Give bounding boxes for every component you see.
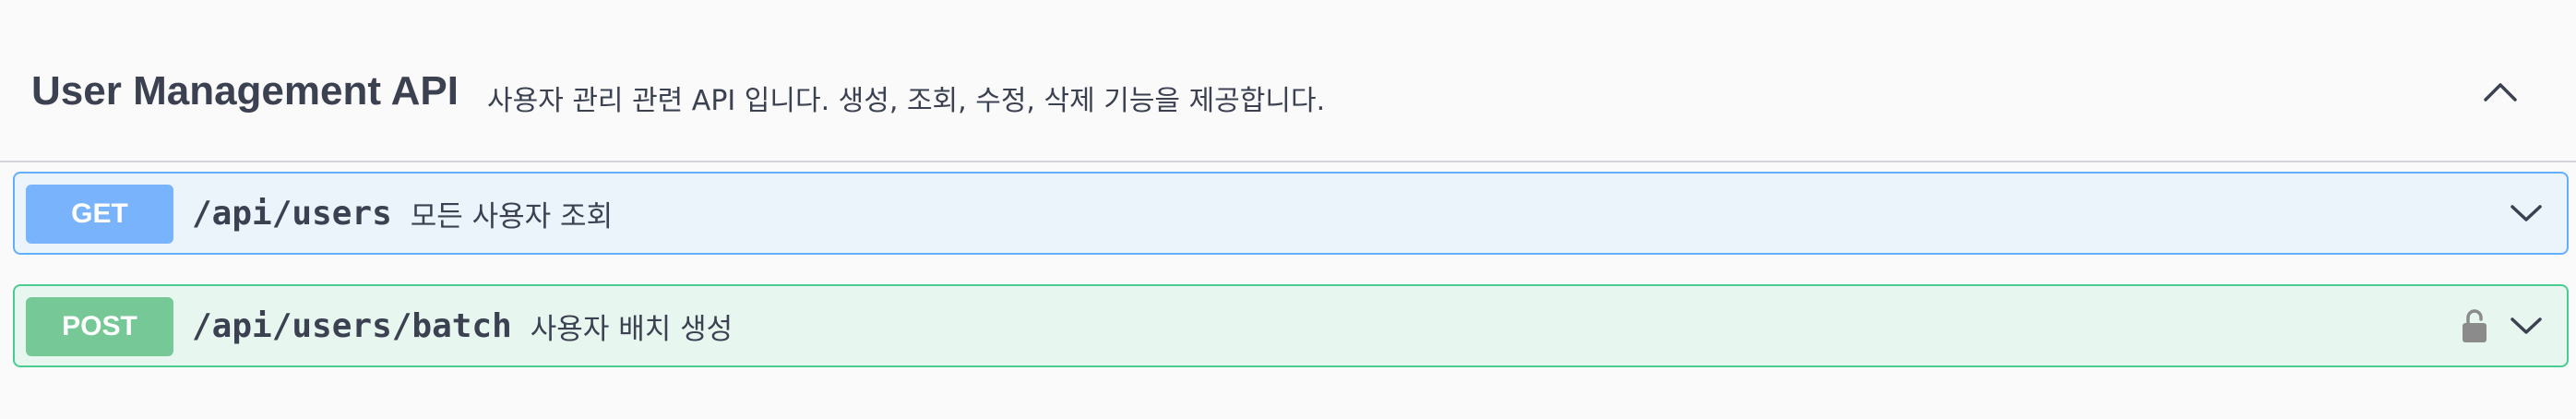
authorize-button[interactable] [2456, 303, 2493, 349]
operation-post-users-batch[interactable]: POST /api/users/batch 사용자 배치 생성 [13, 284, 2569, 367]
operation-summary: 사용자 배치 생성 [530, 312, 733, 346]
lock-icon [2463, 309, 2487, 342]
operation-get-users[interactable]: GET /api/users 모든 사용자 조회 [13, 172, 2569, 255]
expand-operation-button[interactable] [2506, 193, 2546, 233]
operation-summary: 모든 사용자 조회 [410, 199, 614, 233]
method-badge-get: GET [26, 185, 173, 244]
operation-path: /api/users [192, 194, 392, 233]
operation-path-row[interactable]: /api/users/batch 사용자 배치 생성 [192, 286, 733, 365]
chevron-down-icon [2510, 317, 2542, 334]
expand-operation-button[interactable] [2506, 305, 2546, 346]
collapse-button[interactable] [2478, 70, 2522, 114]
method-badge-post: POST [26, 297, 173, 356]
tag-title[interactable]: User Management API [31, 68, 459, 114]
operation-path: /api/users/batch [192, 306, 512, 345]
tag-description: 사용자 관리 관련 API 입니다. 생성, 조회, 수정, 삭제 기능을 제공… [487, 85, 1326, 117]
chevron-down-icon [2510, 205, 2542, 221]
tag-section-header[interactable]: User Management API 사용자 관리 관련 API 입니다. 생… [0, 0, 2576, 162]
operation-path-row[interactable]: /api/users 모든 사용자 조회 [192, 174, 613, 253]
chevron-up-icon [2484, 83, 2517, 102]
